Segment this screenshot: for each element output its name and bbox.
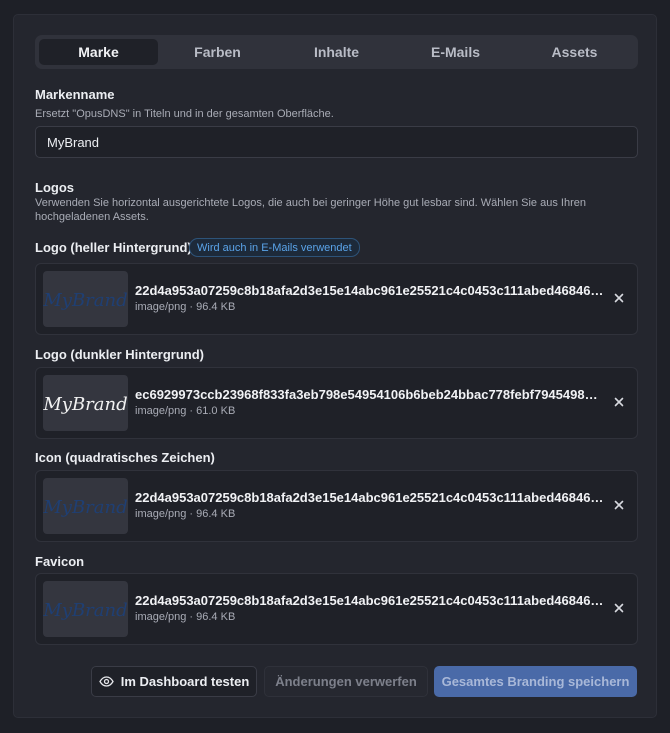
icon-remove-button[interactable]: [610, 496, 628, 514]
logo-dark-thumbnail: MyBrand: [43, 375, 128, 431]
tab-assets[interactable]: Assets: [515, 39, 634, 65]
icon-thumb-text: MyBrand: [43, 497, 128, 518]
save-branding-button[interactable]: Gesamtes Branding speichern: [434, 666, 637, 697]
logo-dark-filename: ec6929973ccb23968f833fa3eb798e54954106b6…: [135, 387, 605, 402]
logo-dark-remove-button[interactable]: [610, 393, 628, 411]
logo-light-asset-card[interactable]: MyBrand 22d4a953a07259c8b18afa2d3e15e14a…: [35, 263, 638, 335]
icon-filename: 22d4a953a07259c8b18afa2d3e15e14abc961e25…: [135, 490, 605, 505]
logos-title: Logos: [35, 180, 74, 195]
favicon-asset-card[interactable]: MyBrand 22d4a953a07259c8b18afa2d3e15e14a…: [35, 573, 638, 645]
logo-dark-meta: image/png · 61.0 KB: [135, 405, 236, 417]
eye-icon: [98, 676, 114, 687]
tab-inhalte[interactable]: Inhalte: [277, 39, 396, 65]
test-in-dashboard-label: Im Dashboard testen: [120, 674, 250, 689]
favicon-remove-button[interactable]: [610, 599, 628, 617]
favicon-label: Favicon: [35, 554, 85, 569]
logo-light-thumbnail: MyBrand: [43, 271, 128, 327]
logos-description-line2: hochgeladenen Assets.: [35, 211, 149, 223]
brand-name-title: Markenname: [35, 87, 115, 102]
tab-farben[interactable]: Farben: [158, 39, 277, 65]
logo-light-meta: image/png · 96.4 KB: [135, 301, 236, 313]
logo-light-thumb-text: MyBrand: [43, 290, 128, 311]
tab-marke[interactable]: Marke: [39, 39, 158, 65]
test-in-dashboard-button[interactable]: Im Dashboard testen: [91, 666, 257, 697]
logo-dark-asset-card[interactable]: MyBrand ec6929973ccb23968f833fa3eb798e54…: [35, 367, 638, 439]
close-icon: [614, 397, 624, 407]
logo-light-remove-button[interactable]: [610, 289, 628, 307]
logo-dark-thumb-text: MyBrand: [43, 394, 128, 415]
close-icon: [614, 500, 624, 510]
logo-light-label: Logo (heller Hintergrund): [35, 240, 192, 255]
tab-e-mails[interactable]: E-Mails: [396, 39, 515, 65]
discard-changes-button[interactable]: Änderungen verwerfen: [264, 666, 428, 697]
favicon-thumb-text: MyBrand: [43, 600, 128, 621]
icon-asset-card[interactable]: MyBrand 22d4a953a07259c8b18afa2d3e15e14a…: [35, 470, 638, 542]
branding-tabs: Marke Farben Inhalte E-Mails Assets: [35, 35, 638, 69]
favicon-meta: image/png · 96.4 KB: [135, 611, 236, 623]
close-icon: [614, 603, 624, 613]
branding-panel: Marke Farben Inhalte E-Mails Assets Mark…: [13, 14, 657, 718]
brand-name-input[interactable]: [35, 126, 638, 158]
icon-label: Icon (quadratisches Zeichen): [35, 450, 215, 465]
close-icon: [614, 293, 624, 303]
email-usage-badge: Wird auch in E-Mails verwendet: [189, 238, 360, 257]
logo-light-filename: 22d4a953a07259c8b18afa2d3e15e14abc961e25…: [135, 283, 605, 298]
favicon-filename: 22d4a953a07259c8b18afa2d3e15e14abc961e25…: [135, 593, 605, 608]
brand-name-description: Ersetzt "OpusDNS" in Titeln und in der g…: [35, 108, 334, 120]
icon-thumbnail: MyBrand: [43, 478, 128, 534]
logos-description-line1: Verwenden Sie horizontal ausgerichtete L…: [35, 197, 586, 209]
icon-meta: image/png · 96.4 KB: [135, 508, 236, 520]
logo-dark-label: Logo (dunkler Hintergrund): [35, 347, 204, 362]
favicon-thumbnail: MyBrand: [43, 581, 128, 637]
